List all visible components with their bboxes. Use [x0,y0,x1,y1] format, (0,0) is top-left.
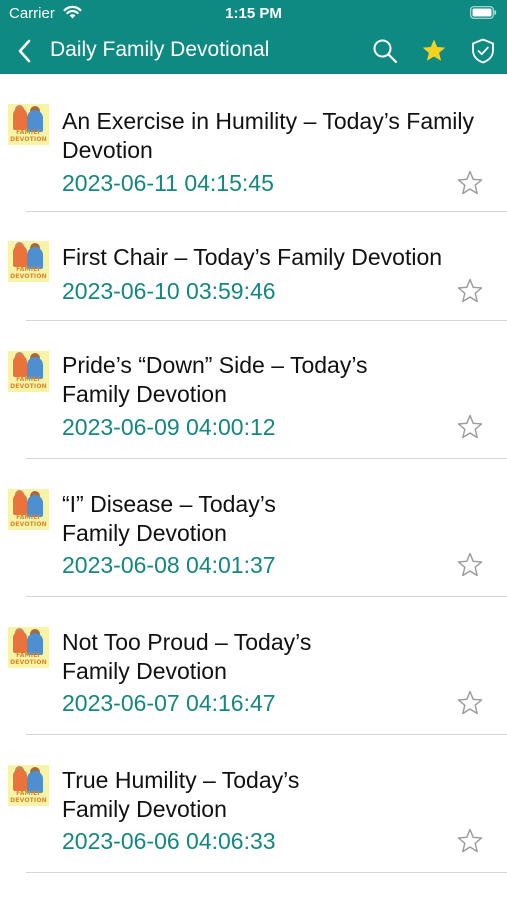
item-date: 2023-06-11 04:15:45 [62,170,274,196]
page-title: Daily Family Devotional [50,38,270,61]
item-title: True Humility – Today’s Family Devotion [62,767,300,822]
family-devotion-thumbnail: FAMILY DEVOTION [8,351,49,392]
list-item[interactable]: FAMILY DEVOTION First Chair – Today’s Fa… [0,212,507,321]
item-title: Not Too Proud – Today’s Family Devotion [62,629,312,684]
list-item[interactable]: FAMILY DEVOTION Pride’s “Down” Side – To… [0,321,507,459]
item-date: 2023-06-09 04:00:12 [62,414,276,440]
star-filled-icon[interactable] [420,37,448,65]
item-title: An Exercise in Humility – Today’s Family… [62,108,475,163]
star-outline-icon[interactable] [457,170,483,196]
item-date: 2023-06-10 03:59:46 [62,278,276,304]
thumbnail-caption: FAMILY DEVOTION [10,376,47,390]
star-outline-icon[interactable] [457,414,483,440]
list-item[interactable]: FAMILY DEVOTION True Humility – Today’s … [0,735,507,873]
item-title: Pride’s “Down” Side – Today’s Family Dev… [62,352,368,407]
star-outline-icon[interactable] [457,278,483,304]
navigation-bar: Daily Family Devotional [0,28,507,74]
divider [26,872,507,873]
status-time: 1:15 PM [225,5,282,22]
thumbnail-caption: FAMILY DEVOTION [10,266,47,280]
list-item[interactable]: FAMILY DEVOTION “I” Disease – Today’s Fa… [0,459,507,597]
thumbnail-caption: FAMILY DEVOTION [10,790,47,804]
list-item[interactable]: FAMILY DEVOTION An Exercise in Humility … [0,74,507,212]
item-date: 2023-06-06 04:06:33 [62,828,276,854]
shield-check-icon[interactable] [469,37,497,65]
status-bar: Carrier 1:15 PM [0,0,507,28]
star-outline-icon[interactable] [457,552,483,578]
item-title: “I” Disease – Today’s Family Devotion [62,491,276,546]
family-devotion-thumbnail: FAMILY DEVOTION [8,627,49,668]
search-icon[interactable] [371,37,399,65]
item-title: First Chair – Today’s Family Devotion [62,244,443,270]
star-outline-icon[interactable] [457,690,483,716]
app-header: Carrier 1:15 PM Daily Family Devotional [0,0,507,74]
family-devotion-thumbnail: FAMILY DEVOTION [8,489,49,530]
family-devotion-thumbnail: FAMILY DEVOTION [8,104,49,145]
family-devotion-thumbnail: FAMILY DEVOTION [8,241,49,282]
item-date: 2023-06-07 04:16:47 [62,690,276,716]
star-outline-icon[interactable] [457,828,483,854]
devotion-list: FAMILY DEVOTION An Exercise in Humility … [0,74,507,873]
thumbnail-caption: FAMILY DEVOTION [10,129,47,143]
thumbnail-caption: FAMILY DEVOTION [10,652,47,666]
list-item[interactable]: FAMILY DEVOTION Not Too Proud – Today’s … [0,597,507,735]
battery-icon [470,6,497,19]
family-devotion-thumbnail: FAMILY DEVOTION [8,765,49,806]
back-chevron-icon[interactable] [15,37,35,65]
item-date: 2023-06-08 04:01:37 [62,552,276,578]
thumbnail-caption: FAMILY DEVOTION [10,514,47,528]
